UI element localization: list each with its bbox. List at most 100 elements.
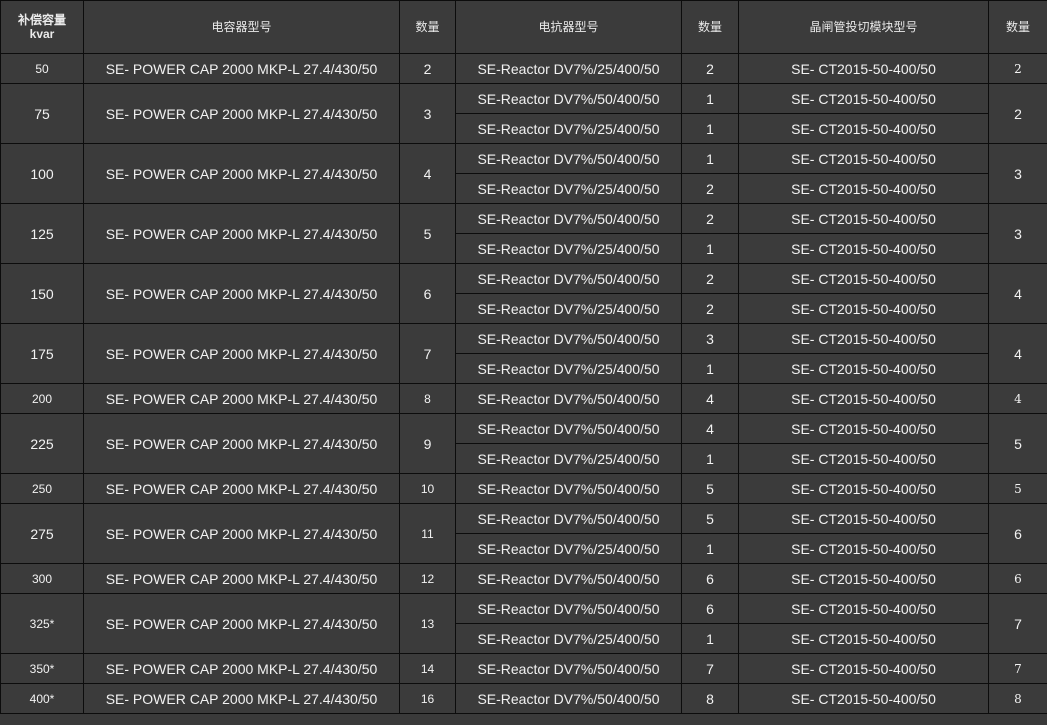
reactor-qty-cell: 7: [681, 653, 739, 684]
table-row: 325* SE- POWER CAP 2000 MKP-L 27.4/430/50…: [0, 593, 1047, 654]
thyristor-model-cell: SE- CT2015-50-400/50: [738, 443, 989, 474]
capacity-cell: 125: [0, 203, 84, 264]
capacitor-qty-cell: 6: [399, 263, 456, 324]
thyristor-model-cell: SE- CT2015-50-400/50: [738, 83, 989, 114]
reactor-qty-cell: 1: [681, 623, 739, 654]
reactor-model-cell: SE-Reactor DV7%/50/400/50: [455, 473, 682, 504]
header-reactor-model: 电抗器型号: [455, 0, 682, 54]
reactor-qty-cell: 3: [681, 323, 739, 354]
capacitor-qty-cell: 4: [399, 143, 456, 204]
reactor-qty-cell: 8: [681, 683, 739, 714]
thyristor-model-cell: SE- CT2015-50-400/50: [738, 113, 989, 144]
header-thyristor-model: 晶闸管投切模块型号: [738, 0, 989, 54]
reactor-qty-cell: 1: [681, 83, 739, 114]
configuration-table: 补偿容量 kvar 电容器型号 数量 电抗器型号 数量 晶闸管投切模块型号 数量 …: [0, 0, 1047, 714]
reactor-qty-cell: 1: [681, 443, 739, 474]
capacity-cell: 50: [0, 53, 84, 84]
header-capacitor-model: 电容器型号: [83, 0, 400, 54]
thyristor-qty-cell: 4: [988, 263, 1047, 324]
thyristor-model-cell: SE- CT2015-50-400/50: [738, 593, 989, 624]
table-row: 75 SE- POWER CAP 2000 MKP-L 27.4/430/50 3 S…: [0, 83, 1047, 144]
capacitor-qty-cell: 8: [399, 383, 456, 414]
reactor-model-cell: SE-Reactor DV7%/50/400/50: [455, 563, 682, 594]
reactor-qty-cell: 1: [681, 533, 739, 564]
reactor-model-cell: SE-Reactor DV7%/50/400/50: [455, 143, 682, 174]
capacitor-model-cell: SE- POWER CAP 2000 MKP-L 27.4/430/50: [83, 563, 400, 594]
capacitor-model-cell: SE- POWER CAP 2000 MKP-L 27.4/430/50: [83, 683, 400, 714]
reactor-qty-cell: 1: [681, 233, 739, 264]
capacity-cell: 200: [0, 383, 84, 414]
table-row: 200 SE- POWER CAP 2000 MKP-L 27.4/430/50 8…: [0, 383, 1047, 414]
reactor-model-cell: SE-Reactor DV7%/50/400/50: [455, 653, 682, 684]
reactor-model-cell: SE-Reactor DV7%/25/400/50: [455, 293, 682, 324]
reactor-qty-cell: 2: [681, 53, 739, 84]
thyristor-model-cell: SE- CT2015-50-400/50: [738, 653, 989, 684]
thyristor-qty-cell: 7: [988, 653, 1047, 684]
thyristor-model-cell: SE- CT2015-50-400/50: [738, 293, 989, 324]
reactor-model-cell: SE-Reactor DV7%/50/400/50: [455, 383, 682, 414]
table-row: 275 SE- POWER CAP 2000 MKP-L 27.4/430/50 1…: [0, 503, 1047, 564]
capacity-cell: 150: [0, 263, 84, 324]
reactor-qty-cell: 2: [681, 293, 739, 324]
thyristor-model-cell: SE- CT2015-50-400/50: [738, 173, 989, 204]
thyristor-model-cell: SE- CT2015-50-400/50: [738, 263, 989, 294]
header-thyristor-qty: 数量: [988, 0, 1047, 54]
reactor-model-cell: SE-Reactor DV7%/50/400/50: [455, 503, 682, 534]
thyristor-model-cell: SE- CT2015-50-400/50: [738, 383, 989, 414]
table-row: 300 SE- POWER CAP 2000 MKP-L 27.4/430/50 1…: [0, 563, 1047, 594]
capacitor-model-cell: SE- POWER CAP 2000 MKP-L 27.4/430/50: [83, 263, 400, 324]
thyristor-qty-cell: 4: [988, 383, 1047, 414]
capacitor-qty-cell: 11: [399, 503, 456, 564]
capacitor-qty-cell: 13: [399, 593, 456, 654]
thyristor-model-cell: SE- CT2015-50-400/50: [738, 563, 989, 594]
table-row: 125 SE- POWER CAP 2000 MKP-L 27.4/430/50 5…: [0, 203, 1047, 264]
reactor-model-cell: SE-Reactor DV7%/50/400/50: [455, 323, 682, 354]
table-body: 50 SE- POWER CAP 2000 MKP-L 27.4/430/50 2 S…: [0, 53, 1047, 714]
capacitor-qty-cell: 10: [399, 473, 456, 504]
capacitor-model-cell: SE- POWER CAP 2000 MKP-L 27.4/430/50: [83, 503, 400, 564]
table-row: 350* SE- POWER CAP 2000 MKP-L 27.4/430/50…: [0, 653, 1047, 684]
capacitor-model-cell: SE- POWER CAP 2000 MKP-L 27.4/430/50: [83, 323, 400, 384]
table-row: 250 SE- POWER CAP 2000 MKP-L 27.4/430/50 1…: [0, 473, 1047, 504]
capacitor-qty-cell: 14: [399, 653, 456, 684]
thyristor-model-cell: SE- CT2015-50-400/50: [738, 353, 989, 384]
thyristor-model-cell: SE- CT2015-50-400/50: [738, 503, 989, 534]
capacitor-qty-cell: 5: [399, 203, 456, 264]
header-capacity: 补偿容量 kvar: [0, 0, 84, 54]
reactor-model-cell: SE-Reactor DV7%/50/400/50: [455, 83, 682, 114]
capacitor-model-cell: SE- POWER CAP 2000 MKP-L 27.4/430/50: [83, 653, 400, 684]
reactor-qty-cell: 2: [681, 173, 739, 204]
reactor-model-cell: SE-Reactor DV7%/25/400/50: [455, 233, 682, 264]
thyristor-model-cell: SE- CT2015-50-400/50: [738, 233, 989, 264]
capacitor-model-cell: SE- POWER CAP 2000 MKP-L 27.4/430/50: [83, 143, 400, 204]
table-row: 50 SE- POWER CAP 2000 MKP-L 27.4/430/50 2 S…: [0, 53, 1047, 84]
thyristor-qty-cell: 7: [988, 593, 1047, 654]
thyristor-qty-cell: 2: [988, 53, 1047, 84]
reactor-model-cell: SE-Reactor DV7%/25/400/50: [455, 53, 682, 84]
reactor-qty-cell: 5: [681, 503, 739, 534]
capacity-cell: 250: [0, 473, 84, 504]
thyristor-qty-cell: 8: [988, 683, 1047, 714]
thyristor-qty-cell: 2: [988, 83, 1047, 144]
capacity-cell: 350*: [0, 653, 84, 684]
header-reactor-qty: 数量: [681, 0, 739, 54]
capacitor-qty-cell: 16: [399, 683, 456, 714]
reactor-qty-cell: 1: [681, 143, 739, 174]
reactor-qty-cell: 2: [681, 203, 739, 234]
reactor-model-cell: SE-Reactor DV7%/25/400/50: [455, 443, 682, 474]
table-row: 175 SE- POWER CAP 2000 MKP-L 27.4/430/50 7…: [0, 323, 1047, 384]
thyristor-model-cell: SE- CT2015-50-400/50: [738, 53, 989, 84]
reactor-qty-cell: 4: [681, 383, 739, 414]
capacity-cell: 400*: [0, 683, 84, 714]
capacitor-qty-cell: 2: [399, 53, 456, 84]
capacity-cell: 225: [0, 413, 84, 474]
thyristor-model-cell: SE- CT2015-50-400/50: [738, 683, 989, 714]
capacitor-model-cell: SE- POWER CAP 2000 MKP-L 27.4/430/50: [83, 593, 400, 654]
capacity-cell: 100: [0, 143, 84, 204]
reactor-qty-cell: 1: [681, 113, 739, 144]
reactor-qty-cell: 6: [681, 593, 739, 624]
thyristor-qty-cell: 3: [988, 143, 1047, 204]
thyristor-qty-cell: 5: [988, 473, 1047, 504]
reactor-model-cell: SE-Reactor DV7%/50/400/50: [455, 413, 682, 444]
reactor-qty-cell: 1: [681, 353, 739, 384]
